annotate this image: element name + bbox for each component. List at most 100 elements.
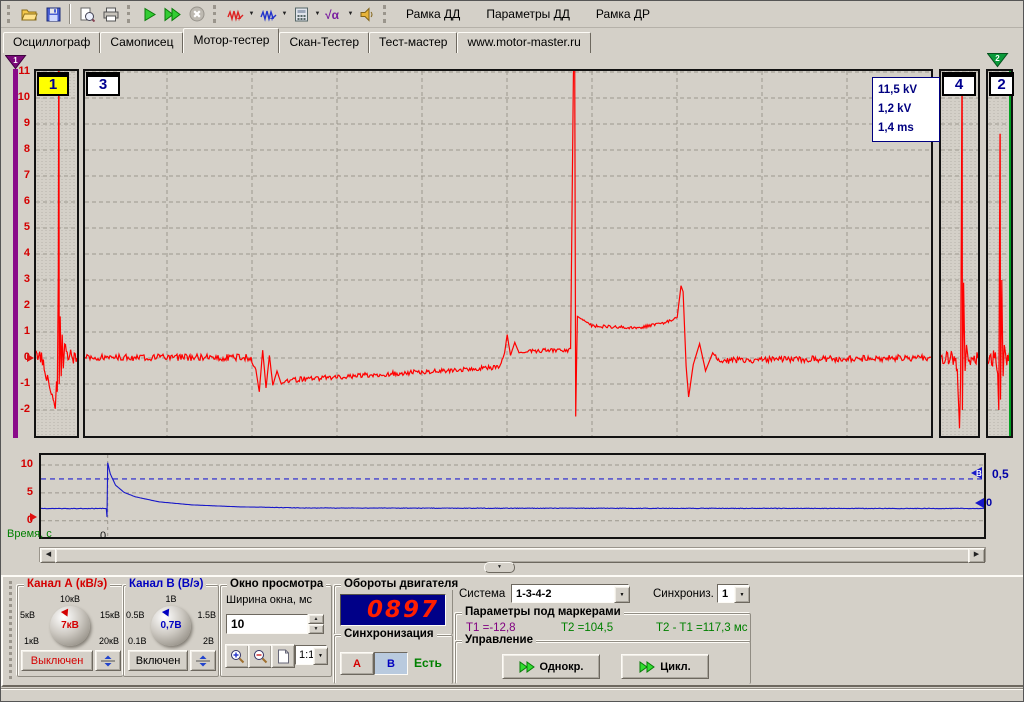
wave-blue-channel-icon[interactable]: + <box>256 3 280 26</box>
toolbar-gripper[interactable] <box>213 5 219 23</box>
channel-b-range-knob[interactable]: 0,7В <box>151 606 191 646</box>
sqrt-alpha-icon[interactable]: √α <box>322 3 346 26</box>
marker-t1-value: T1 =-12,8 <box>466 622 516 634</box>
sync-channel-b-button[interactable]: В <box>374 652 408 675</box>
waveform-chart <box>988 71 1011 436</box>
channel-b-state-button[interactable]: Включен <box>128 650 188 671</box>
new-page-button[interactable] <box>271 644 295 668</box>
main-chart-area: 1 2 11109876543210-1-2 1342 11,5 kV 1,2 … <box>1 53 1024 448</box>
stop-icon[interactable] <box>185 3 209 26</box>
sync-number-label: Синхрониз. <box>653 588 714 600</box>
save-icon[interactable] <box>41 3 65 26</box>
tab-motor-tester[interactable]: Мотор-тестер <box>183 28 279 53</box>
system-label: Система <box>459 588 505 600</box>
marker-t2-value: T2 =104,5 <box>561 622 613 634</box>
y-tick-label: 3 <box>1 273 30 285</box>
sync-number-dropdown-arrow[interactable]: ▼ <box>734 586 750 603</box>
channel-a-zero-marker-icon[interactable] <box>27 354 34 362</box>
channel-a-group: Канал А (кВ/э) 10кВ 5кВ 15кВ 1кВ 20кВ 7к… <box>17 585 123 677</box>
knob-scale-label: 1В <box>124 594 218 604</box>
channel-b-zero-marker-icon[interactable] <box>975 498 984 508</box>
run-icon[interactable] <box>137 3 161 26</box>
marker-flag-1[interactable]: 1 <box>5 55 27 70</box>
tab-motor-master-site[interactable]: www.motor-master.ru <box>457 32 590 53</box>
cylinder-badge-4[interactable]: 4 <box>942 72 976 96</box>
speaker-icon[interactable] <box>355 3 379 26</box>
tab-bar: Осциллограф Самописец Мотор-тестер Скан-… <box>1 28 1023 53</box>
channel-a-position-button[interactable] <box>95 650 121 671</box>
tab-recorder[interactable]: Самописец <box>100 32 183 53</box>
scrollbar-thumb[interactable] <box>55 548 970 563</box>
overview-zero-marker-icon[interactable] <box>30 513 37 521</box>
marker-flag-2[interactable]: 2 <box>987 53 1009 68</box>
window-width-input[interactable] <box>226 614 308 634</box>
dropdown-arrow-icon[interactable]: ▼ <box>313 11 322 17</box>
toolbar-gripper[interactable] <box>7 5 13 23</box>
sync-title: Синхронизация <box>341 628 437 640</box>
menu-ramka-dr[interactable]: Рамка ДР <box>583 2 663 27</box>
channel-position-icon <box>99 655 117 667</box>
tab-test-master[interactable]: Тест-мастер <box>369 32 457 53</box>
spin-down-button[interactable]: ▼ <box>308 624 324 634</box>
channel-a-state-button[interactable]: Выключен <box>21 650 93 671</box>
readout-voltage-max: 11,5 kV <box>878 81 934 100</box>
calculator-icon[interactable] <box>289 3 313 26</box>
svg-text:1: 1 <box>13 56 18 65</box>
dropdown-arrow-icon[interactable]: ▼ <box>346 11 355 17</box>
knob-scale-label: 20кВ <box>99 636 119 646</box>
open-folder-icon[interactable] <box>17 3 41 26</box>
toolbar-gripper[interactable] <box>383 5 389 23</box>
dropdown-arrow-icon[interactable]: ▼ <box>280 11 289 17</box>
tab-oscillograph[interactable]: Осциллограф <box>3 32 100 53</box>
zoom-in-icon <box>230 649 245 664</box>
single-run-label: Однокр. <box>540 661 584 673</box>
horizontal-scrollbar[interactable]: ◀ ▶ <box>39 547 986 562</box>
dropdown-arrow-icon[interactable]: ▼ <box>247 11 256 17</box>
run-all-icon[interactable] <box>161 3 185 26</box>
cycle-run-button[interactable]: Цикл. <box>621 654 709 679</box>
channel-a-range-knob[interactable]: 7кВ <box>50 606 90 646</box>
readout-burn-time: 1,4 ms <box>878 119 934 138</box>
knob-scale-label: 1.5В <box>197 610 216 620</box>
panel-gripper[interactable] <box>9 581 12 679</box>
zoom-ratio-dropdown-arrow[interactable]: ▼ <box>313 647 328 665</box>
system-dropdown-arrow[interactable]: ▼ <box>614 586 630 603</box>
single-run-button[interactable]: Однокр. <box>502 654 600 679</box>
print-icon[interactable] <box>99 3 123 26</box>
zoom-out-button[interactable] <box>248 644 272 668</box>
sync-channel-a-button[interactable]: А <box>340 652 374 675</box>
overview-y-tick-label: 10 <box>9 458 33 470</box>
knob-scale-label: 10кВ <box>18 594 122 604</box>
y-tick-label: 2 <box>1 299 30 311</box>
window-width-spinner[interactable]: ▲ ▼ <box>308 614 324 634</box>
view-window-title: Окно просмотра <box>227 578 326 590</box>
toolbar-gripper[interactable] <box>127 5 133 23</box>
toolbar: + ▼ + ▼ ▼ √α ▼ Рамка ДД Параметры ДД Рам… <box>1 1 1023 28</box>
zoom-in-button[interactable] <box>225 644 249 668</box>
cylinder-badge-1[interactable]: 1 <box>37 72 69 96</box>
cylinder-badge-2[interactable]: 2 <box>989 72 1014 96</box>
cylinder-panel-4: 4 <box>939 69 980 438</box>
spin-up-button[interactable]: ▲ <box>308 614 324 624</box>
control-title: Управление <box>462 634 536 646</box>
knob-pointer-icon <box>61 609 71 619</box>
menu-parametry-dd[interactable]: Параметры ДД <box>473 2 583 27</box>
tab-scan-tester[interactable]: Скан-Тестер <box>279 32 369 53</box>
overview-x-tick: 0 <box>100 530 106 542</box>
menu-ramka-dd[interactable]: Рамка ДД <box>393 2 473 27</box>
collapse-panel-button[interactable]: ▼ <box>484 562 515 573</box>
print-preview-icon[interactable] <box>75 3 99 26</box>
knob-scale-label: 2В <box>203 636 214 646</box>
svg-text:√α: √α <box>325 8 340 22</box>
system-combo[interactable]: 1-3-4-2 <box>511 584 629 603</box>
svg-text:+: + <box>237 16 241 22</box>
channel-position-icon <box>194 655 212 667</box>
overview-waveform-chart <box>41 455 984 537</box>
channel-b-position-button[interactable] <box>190 650 216 671</box>
y-tick-label: -1 <box>1 377 30 389</box>
wave-red-channel-icon[interactable]: + <box>223 3 247 26</box>
cylinder-badge-3[interactable]: 3 <box>86 72 120 96</box>
scroll-right-button[interactable]: ▶ <box>968 548 985 563</box>
svg-text:2: 2 <box>995 54 1000 63</box>
readout-burn-voltage: 1,2 kV <box>878 100 934 119</box>
